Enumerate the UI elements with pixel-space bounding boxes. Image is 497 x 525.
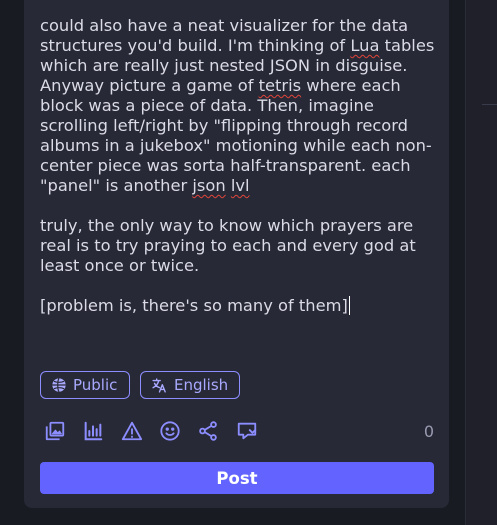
misspelled-word: Lua <box>350 36 380 55</box>
compose-paragraph: could also have a neat visualizer for th… <box>40 16 440 196</box>
language-button[interactable]: English <box>140 371 240 399</box>
text-run: truly, the only way to know which prayer… <box>40 216 421 275</box>
misspelled-word: json <box>192 176 226 195</box>
globe-icon <box>51 377 67 393</box>
column-divider <box>465 0 466 525</box>
text-run: [problem is, there's so many of them] <box>40 296 348 315</box>
compose-paragraph: truly, the only way to know which prayer… <box>40 216 440 276</box>
quote-icon[interactable] <box>235 419 259 443</box>
translate-icon <box>151 377 168 394</box>
poll-icon[interactable] <box>81 419 105 443</box>
share-icon[interactable] <box>196 419 220 443</box>
misspelled-word: lvl <box>230 176 250 195</box>
emoji-icon[interactable] <box>158 419 182 443</box>
post-button[interactable]: Post <box>40 462 434 494</box>
compose-panel: could also have a neat visualizer for th… <box>24 0 449 508</box>
right-column-edge <box>465 0 497 525</box>
misspelled-word: tetris <box>258 76 302 95</box>
content-warning-icon[interactable] <box>120 419 144 443</box>
character-counter: 0 <box>423 422 434 441</box>
text-caret <box>348 296 351 315</box>
compose-textarea[interactable]: could also have a neat visualizer for th… <box>40 16 440 316</box>
visibility-button[interactable]: Public <box>40 371 130 399</box>
visibility-label: Public <box>73 376 118 394</box>
media-icon[interactable] <box>43 419 67 443</box>
column-divider-tick <box>482 104 497 105</box>
language-label: English <box>174 376 229 394</box>
compose-paragraph: [problem is, there's so many of them] <box>40 296 440 316</box>
